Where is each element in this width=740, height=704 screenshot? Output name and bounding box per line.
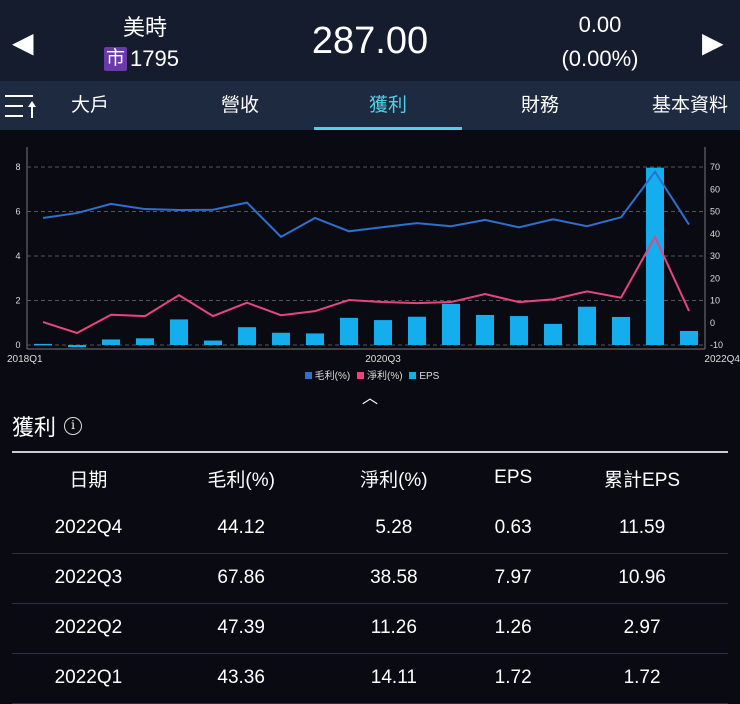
- market-badge: 市: [104, 47, 128, 71]
- table-row[interactable]: 2022Q2 47.39 11.26 1.26 2.97: [12, 603, 728, 654]
- cell-eps: 1.26: [470, 603, 557, 654]
- header-cumulative-eps: 累計EPS: [604, 469, 681, 491]
- right-tick-label: 0: [710, 318, 715, 328]
- cell-net-margin: 38.58: [317, 553, 471, 604]
- right-tick-label: 20: [710, 273, 720, 283]
- profit-table: 日期 毛利(%) 淨利(%) EPS 累計EPS 2022Q4 44.12 5.28…: [12, 453, 728, 704]
- eps-bar: [578, 306, 596, 345]
- cell-date: 2022Q4: [12, 503, 165, 554]
- eps-bar: [612, 316, 630, 345]
- legend-eps: EPS: [419, 371, 440, 382]
- x-tick-label: 2022Q4: [704, 354, 740, 365]
- cell-eps: 1.72: [470, 653, 557, 704]
- cell-gross-margin: 47.39: [164, 603, 318, 654]
- cell-eps: 0.63: [470, 503, 557, 554]
- gross-margin-line: [42, 170, 690, 239]
- x-tick-label: 2020Q3: [365, 354, 401, 365]
- info-icon[interactable]: i: [64, 417, 83, 435]
- cell-date: 2022Q2: [12, 603, 165, 654]
- legend-swatch-gross: [304, 372, 312, 379]
- left-tick-label: 2: [15, 296, 20, 306]
- cell-net-margin: 5.28: [317, 503, 471, 554]
- tab-profit[interactable]: 獲利: [314, 81, 462, 130]
- legend-gross: 毛利(%): [314, 371, 351, 382]
- eps-bar: [204, 340, 222, 345]
- header-eps: EPS: [494, 467, 533, 488]
- cell-net-margin: 11.26: [317, 603, 471, 654]
- prev-stock-button[interactable]: ◀: [12, 26, 34, 59]
- eps-bar: [646, 167, 664, 345]
- eps-bar: [34, 343, 52, 346]
- eps-bar: [306, 333, 324, 345]
- profit-chart[interactable]: 0 2 4 6 8 -10 0 10 20 30 40 50 60 70 2018Q1 2020Q3 2022Q…: [0, 140, 740, 365]
- cell-cumulative-eps: 2.97: [556, 603, 728, 654]
- right-tick-label: 50: [710, 207, 720, 217]
- legend-net: 淨利(%): [366, 371, 403, 382]
- legend-swatch-net: [356, 372, 364, 379]
- stock-header: ◀ 美時 市 1795 287.00 0.00 (0.00%) ▶: [0, 0, 740, 81]
- cell-gross-margin: 43.36: [164, 653, 318, 704]
- legend-swatch-eps: [409, 372, 417, 379]
- tab-financials[interactable]: 財務: [495, 81, 585, 130]
- tab-major-holders[interactable]: 大戶: [50, 81, 130, 130]
- tab-basic-info[interactable]: 基本資料: [640, 81, 740, 130]
- left-tick-label: 0: [15, 340, 20, 350]
- eps-bar: [102, 339, 120, 345]
- stock-name: 美時: [122, 15, 167, 40]
- eps-bar: [238, 327, 256, 345]
- cell-cumulative-eps: 10.96: [556, 553, 728, 604]
- right-tick-label: 40: [710, 229, 720, 239]
- header-date: 日期: [69, 469, 108, 491]
- stock-code: 1795: [130, 46, 179, 71]
- cell-date: 2022Q3: [12, 553, 165, 604]
- eps-bar: [136, 338, 154, 345]
- eps-bar: [544, 323, 562, 345]
- chart-legend: 毛利(%) 淨利(%) EPS: [0, 367, 740, 382]
- price-change: 0.00: [578, 12, 622, 37]
- eps-bar: [476, 314, 494, 345]
- header-net-margin: 淨利(%): [360, 469, 428, 491]
- cell-gross-margin: 67.86: [164, 553, 318, 604]
- cell-date: 2022Q1: [12, 653, 165, 704]
- next-stock-button[interactable]: ▶: [702, 26, 724, 59]
- right-tick-label: 10: [710, 296, 720, 306]
- right-tick-label: -10: [710, 340, 723, 350]
- stock-price: 287.00: [311, 20, 429, 62]
- tab-revenue[interactable]: 營收: [200, 81, 280, 130]
- table-header-row: 日期 毛利(%) 淨利(%) EPS 累計EPS: [12, 453, 728, 503]
- left-tick-label: 6: [15, 207, 20, 217]
- cell-eps: 7.97: [470, 553, 557, 604]
- x-tick-label: 2018Q1: [7, 354, 43, 365]
- eps-bar: [510, 316, 528, 345]
- cell-gross-margin: 44.12: [164, 503, 318, 554]
- table-row[interactable]: 2022Q4 44.12 5.28 0.63 11.59: [12, 503, 728, 554]
- section-title: 獲利: [12, 415, 57, 440]
- collapse-chart-chevron-up-icon[interactable]: ︿: [362, 384, 378, 408]
- eps-bar: [680, 330, 698, 345]
- eps-bar: [374, 320, 392, 345]
- right-tick-label: 70: [710, 162, 720, 172]
- eps-bar: [272, 332, 290, 345]
- right-tick-label: 60: [710, 184, 720, 194]
- section-heading: 獲利 i: [12, 410, 83, 442]
- right-tick-label: 30: [710, 251, 720, 261]
- header-gross-margin: 毛利(%): [207, 469, 275, 491]
- eps-bar: [442, 303, 460, 345]
- cell-cumulative-eps: 11.59: [556, 503, 728, 554]
- eps-bar: [340, 317, 358, 345]
- tab-bar: 大戶 營收 獲利 財務 基本資料: [0, 81, 740, 130]
- eps-bar: [170, 319, 188, 345]
- left-tick-label: 8: [15, 162, 20, 172]
- table-row[interactable]: 2022Q1 43.36 14.11 1.72 1.72: [12, 653, 728, 704]
- table-row[interactable]: 2022Q3 67.86 38.58 7.97 10.96: [12, 553, 728, 604]
- sort-menu-icon[interactable]: [4, 93, 36, 119]
- cell-net-margin: 14.11: [317, 653, 471, 704]
- eps-bar: [408, 316, 426, 345]
- cell-cumulative-eps: 1.72: [556, 653, 728, 704]
- price-change-percent: (0.00%): [561, 46, 639, 71]
- left-tick-label: 4: [15, 251, 20, 261]
- eps-bar: [68, 345, 86, 348]
- stock-code-row: 市 1795: [104, 46, 179, 72]
